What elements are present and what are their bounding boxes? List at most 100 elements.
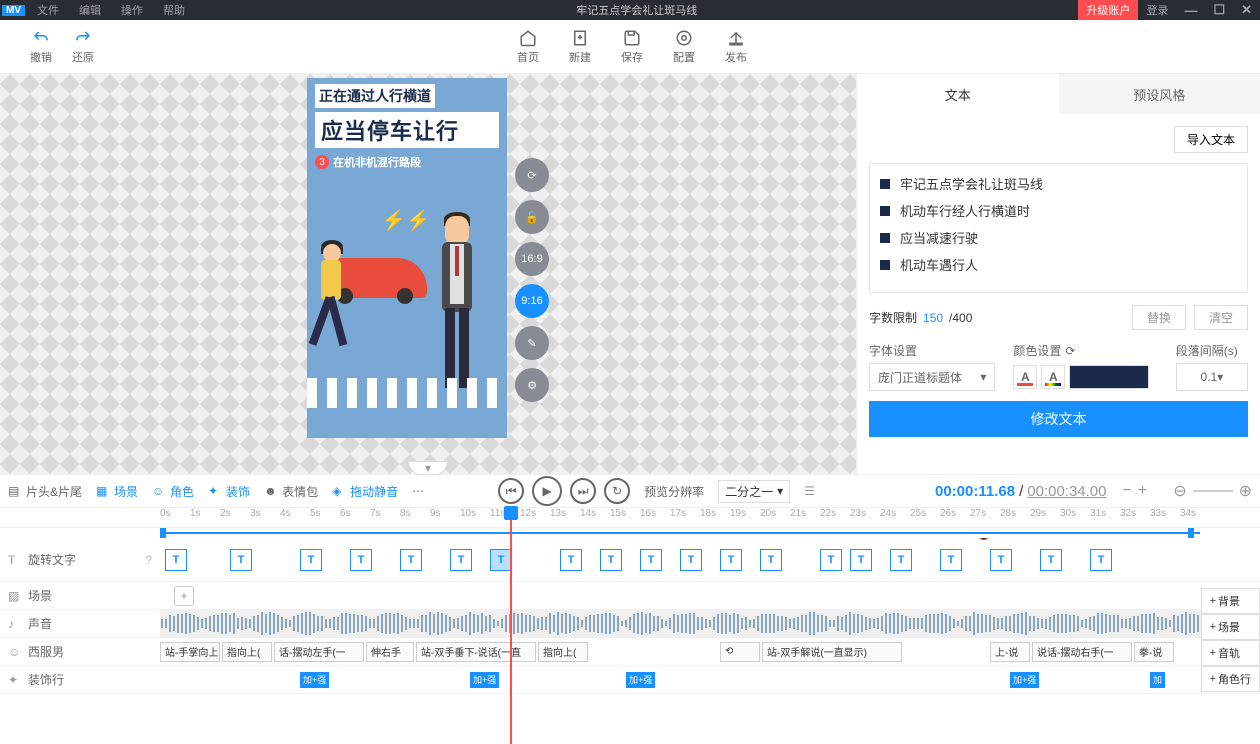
play-button[interactable]: ▶ xyxy=(532,476,562,506)
text-clip[interactable]: T xyxy=(400,549,422,571)
range-bar[interactable] xyxy=(0,528,1260,538)
char-toggle[interactable]: ☺角色 xyxy=(152,483,194,500)
next-button[interactable]: ⏭ xyxy=(570,478,596,504)
text-clip[interactable]: T xyxy=(640,549,662,571)
text-clip[interactable]: T xyxy=(1090,549,1112,571)
sync-tool[interactable]: ⟳ xyxy=(515,158,549,192)
text-clip[interactable]: T xyxy=(230,549,252,571)
menu-edit[interactable]: 编辑 xyxy=(69,2,111,18)
prev-button[interactable]: ⏮ xyxy=(498,478,524,504)
loop-button[interactable]: ↻ xyxy=(604,478,630,504)
headtail-toggle[interactable]: ▤片头&片尾 xyxy=(8,483,82,500)
ratio-169[interactable]: 16:9 xyxy=(515,242,549,276)
add-scene[interactable]: + xyxy=(174,586,194,606)
add-audio[interactable]: + 音轨 xyxy=(1201,640,1260,666)
mute-icon[interactable]: 🔇 xyxy=(978,538,990,541)
lock-tool[interactable]: 🔓 xyxy=(515,200,549,234)
playhead[interactable] xyxy=(510,508,512,744)
menu-file[interactable]: 文件 xyxy=(27,2,69,18)
text-clip[interactable]: T xyxy=(300,549,322,571)
more-actions[interactable]: ⋯ xyxy=(412,484,424,498)
tab-text[interactable]: 文本 xyxy=(857,74,1059,114)
range-start[interactable] xyxy=(160,528,166,538)
action-clip[interactable]: 话-摆动左手(一 xyxy=(274,642,364,662)
text-clip[interactable]: T xyxy=(940,549,962,571)
bg-color-button[interactable]: A xyxy=(1041,365,1065,389)
menu-action[interactable]: 操作 xyxy=(111,2,153,18)
action-clip[interactable]: 站-手掌向上-说话(一直 xyxy=(160,642,220,662)
decor-clip[interactable]: 加+强 xyxy=(626,672,655,688)
decor-toggle[interactable]: ✦装饰 xyxy=(208,483,250,500)
upgrade-button[interactable]: 升级账户 xyxy=(1078,0,1138,20)
tab-preset[interactable]: 预设风格 xyxy=(1059,74,1260,114)
scene-track[interactable]: + xyxy=(160,582,1260,609)
menu-help[interactable]: 帮助 xyxy=(153,2,195,18)
edit-tool[interactable]: ✎ xyxy=(515,326,549,360)
text-clip[interactable]: T xyxy=(165,549,187,571)
sound-track[interactable]: 🔊 xyxy=(160,610,1260,637)
text-clip[interactable]: T xyxy=(760,549,782,571)
collapse-toggle[interactable]: ▾ xyxy=(408,461,448,475)
text-clip[interactable]: T xyxy=(1040,549,1062,571)
text-clip[interactable]: T xyxy=(990,549,1012,571)
text-color-button[interactable]: A xyxy=(1013,365,1037,389)
maximize-button[interactable]: ☐ xyxy=(1205,2,1233,18)
text-clip[interactable]: T xyxy=(850,549,872,571)
action-clip[interactable]: 站-双手解说(一直显示) xyxy=(762,642,902,662)
layers-icon[interactable]: ☰ xyxy=(804,484,815,498)
undo-button[interactable]: 撤销 xyxy=(30,29,52,65)
clear-button[interactable]: 清空 xyxy=(1194,305,1248,330)
action-clip[interactable]: 上-说 xyxy=(990,642,1030,662)
action-clip[interactable]: ⟲ xyxy=(720,642,760,662)
home-button[interactable]: 首页 xyxy=(517,29,539,65)
add-role[interactable]: + 角色行 xyxy=(1201,666,1260,692)
text-clip[interactable]: T xyxy=(350,549,372,571)
modify-text-button[interactable]: 修改文本 xyxy=(869,401,1248,437)
text-clip[interactable]: T xyxy=(680,549,702,571)
text-clip[interactable]: T xyxy=(820,549,842,571)
rate-select[interactable]: 二分之一▾ xyxy=(718,480,790,503)
settings-tool[interactable]: ⚙ xyxy=(515,368,549,402)
decor-clip[interactable]: 加+强 xyxy=(300,672,329,688)
time-ruler[interactable]: 0s1s2s3s4s5s6s7s8s9s10s11s12s13s14s15s16… xyxy=(0,508,1260,528)
range-end[interactable] xyxy=(1188,528,1194,538)
emoji-toggle[interactable]: ☻表情包 xyxy=(264,483,318,500)
text-track[interactable]: 🔇 TTTTTTTTTTTTTTTTTTTT xyxy=(160,538,1260,581)
scene-toggle[interactable]: ▦场景 xyxy=(96,483,138,500)
minimize-button[interactable]: — xyxy=(1176,3,1205,18)
decor-clip[interactable]: 加+强 xyxy=(1010,672,1039,688)
close-button[interactable]: ✕ xyxy=(1233,2,1260,18)
save-button[interactable]: 保存 xyxy=(621,29,643,65)
text-clip[interactable]: T xyxy=(720,549,742,571)
action-clip[interactable]: 说话-摆动右手(一 xyxy=(1032,642,1132,662)
redo-button[interactable]: 还原 xyxy=(72,29,94,65)
publish-button[interactable]: 发布 xyxy=(725,29,747,65)
action-clip[interactable]: 伸右手 xyxy=(366,642,414,662)
action-clip[interactable]: 指向上( xyxy=(538,642,588,662)
zoom-in-time[interactable]: + xyxy=(1138,482,1147,500)
zoom-out-time[interactable]: − xyxy=(1123,482,1132,500)
text-clip[interactable]: T xyxy=(890,549,912,571)
text-clip[interactable]: T xyxy=(560,549,582,571)
new-button[interactable]: 新建 xyxy=(569,29,591,65)
zoom-in-icon[interactable]: ⊕ xyxy=(1239,481,1252,501)
action-clip[interactable]: 指向上( xyxy=(222,642,272,662)
text-clip[interactable]: T xyxy=(490,549,512,571)
config-button[interactable]: 配置 xyxy=(673,29,695,65)
replace-button[interactable]: 替换 xyxy=(1132,305,1186,330)
text-clip[interactable]: T xyxy=(450,549,472,571)
stage[interactable]: 正在通过人行横道 应当停车让行 3在机非机混行路段 ⚡⚡ xyxy=(307,78,507,438)
ratio-916[interactable]: 9:16 xyxy=(515,284,549,318)
total-time[interactable]: 00:00:34.00 xyxy=(1027,483,1106,500)
char-track[interactable]: 站-手掌向上-说话(一直指向上(话-摆动左手(一伸右手站-双手垂下-说话(一直指… xyxy=(160,638,1260,665)
font-select[interactable]: 庞门正道标题体▾ xyxy=(869,363,995,391)
add-scene-track[interactable]: + 场景 xyxy=(1201,614,1260,640)
help-icon[interactable]: ? xyxy=(145,553,152,567)
canvas-area[interactable]: 正在通过人行横道 应当停车让行 3在机非机混行路段 ⚡⚡ ⟳ 🔓 16:9 9:… xyxy=(0,74,856,474)
login-button[interactable]: 登录 xyxy=(1138,2,1176,18)
color-swatch[interactable] xyxy=(1069,365,1149,389)
action-clip[interactable]: 站-双手垂下-说话(一直 xyxy=(416,642,536,662)
mute-toggle[interactable]: ◈拖动静音 xyxy=(332,483,398,500)
interval-input[interactable]: 0.1 ▾ xyxy=(1176,363,1248,391)
decor-clip[interactable]: 加 xyxy=(1150,672,1165,688)
